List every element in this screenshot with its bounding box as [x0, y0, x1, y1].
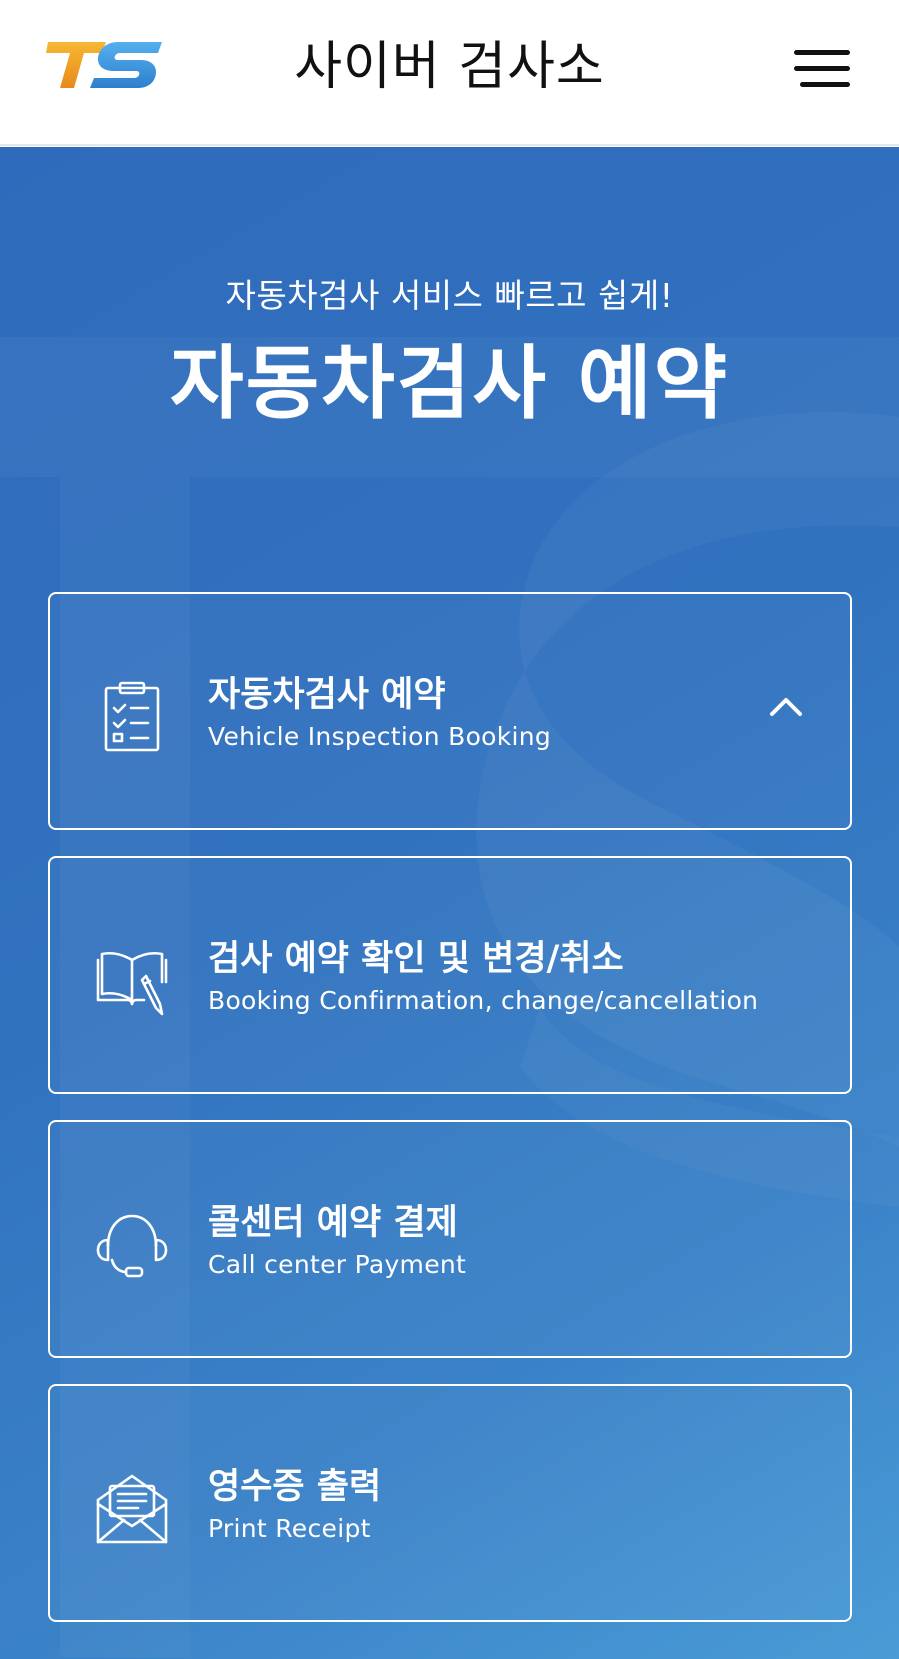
hero-title: 자동차검사 예약 [169, 337, 730, 430]
headset-icon [96, 1214, 168, 1278]
call-center-payment-card[interactable]: 콜센터 예약 결제 Call center Payment [48, 1120, 852, 1358]
menu-line [794, 50, 850, 55]
envelope-receipt-icon [96, 1474, 168, 1544]
booking-confirmation-card[interactable]: 검사 예약 확인 및 변경/취소 Booking Confirmation, c… [48, 856, 852, 1094]
card-title: 콜센터 예약 결제 [208, 1203, 458, 1243]
hero-section: 자동차검사 서비스 빠르고 쉽게! 자동차검사 예약 자동차검사 예약 Vehi… [0, 147, 899, 1659]
print-receipt-card[interactable]: 영수증 출력 Print Receipt [48, 1384, 852, 1622]
card-title: 자동차검사 예약 [208, 675, 446, 715]
hero-subtitle: 자동차검사 서비스 빠르고 쉽게! [225, 276, 674, 315]
page-title: 사이버 검사소 [294, 37, 605, 97]
chevron-up-icon[interactable] [766, 694, 806, 720]
card-subtitle: Print Receipt [208, 1514, 371, 1543]
card-title: 검사 예약 확인 및 변경/취소 [208, 939, 624, 979]
card-subtitle: Vehicle Inspection Booking [208, 722, 552, 751]
menu-line [794, 66, 850, 71]
clipboard-checklist-icon [104, 681, 160, 752]
card-subtitle: Booking Confirmation, change/cancellatio… [208, 986, 759, 1015]
book-pen-icon [96, 951, 168, 1016]
hamburger-menu-icon[interactable] [794, 50, 850, 90]
app-header: 사이버 검사소 [0, 0, 899, 146]
vehicle-inspection-booking-card[interactable]: 자동차검사 예약 Vehicle Inspection Booking [48, 592, 852, 830]
card-subtitle: Call center Payment [208, 1250, 467, 1279]
menu-line [800, 82, 850, 87]
card-title: 영수증 출력 [208, 1467, 382, 1507]
